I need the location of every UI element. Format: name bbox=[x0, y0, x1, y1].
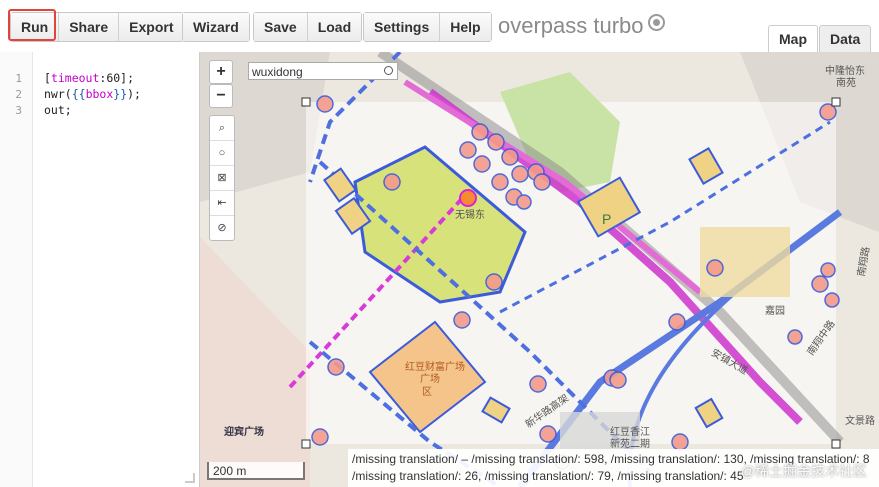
help-button[interactable]: Help bbox=[440, 13, 491, 41]
code-line[interactable]: [timeout:60]; bbox=[44, 71, 134, 85]
code-brace: {{ bbox=[71, 87, 86, 101]
no-data-icon[interactable]: ⊘ bbox=[210, 216, 234, 240]
map-label: 广场 bbox=[420, 372, 440, 385]
map-label: 文景路 bbox=[845, 414, 875, 427]
settings-button[interactable]: Settings bbox=[364, 13, 441, 41]
poi-marker[interactable] bbox=[824, 292, 840, 308]
code-keyword: timeout bbox=[50, 71, 100, 85]
poi-marker[interactable] bbox=[668, 313, 686, 331]
poi-marker[interactable] bbox=[311, 428, 329, 446]
bbox-select-icon[interactable]: ⊠ bbox=[210, 166, 234, 191]
map-label: 嘉园 bbox=[765, 304, 785, 317]
code-keyword: bbox bbox=[85, 87, 114, 101]
scale-bar: 200 m bbox=[207, 462, 305, 480]
map-tools: ⌕ ○ ⊠ ⇤ ⊘ bbox=[209, 115, 235, 241]
save-load-group: Save Load bbox=[253, 12, 363, 42]
map-view[interactable]: 无锡东 红豆财富广场 广场 区 迎宾广场 新华路高架 红豆香江 新苑二期 中隆怡… bbox=[200, 52, 879, 487]
poi-marker[interactable] bbox=[706, 259, 724, 277]
app-title-text: overpass turbo bbox=[498, 13, 644, 38]
tab-map[interactable]: Map bbox=[768, 25, 818, 53]
poi-marker[interactable] bbox=[609, 371, 627, 389]
poi-marker[interactable] bbox=[471, 123, 489, 141]
line-number: 3 bbox=[15, 104, 22, 117]
code-token: ); bbox=[127, 87, 141, 101]
parking-label: P bbox=[602, 211, 611, 227]
map-label: 红豆香江 bbox=[610, 425, 650, 438]
bbox-handle[interactable] bbox=[831, 439, 841, 449]
station-marker[interactable] bbox=[459, 189, 477, 207]
poi-marker[interactable] bbox=[539, 425, 557, 443]
poi-marker[interactable] bbox=[787, 329, 803, 345]
map-label: 迎宾广场 bbox=[224, 425, 264, 438]
poi-marker[interactable] bbox=[501, 148, 519, 166]
map-label: 红豆财富广场 bbox=[405, 360, 465, 373]
poi-marker[interactable] bbox=[671, 433, 689, 451]
gear-icon bbox=[647, 14, 665, 31]
poi-marker[interactable] bbox=[491, 173, 509, 191]
code-line[interactable]: nwr({{bbox}}); bbox=[44, 87, 141, 101]
query-editor[interactable]: 1 2 3 [timeout:60]; nwr({{bbox}}); out; bbox=[0, 52, 200, 487]
toolbar: Run Share Export Wizard Save Load Settin… bbox=[0, 0, 879, 53]
map-label: 区 bbox=[422, 386, 432, 398]
bbox-handle[interactable] bbox=[301, 439, 311, 449]
code-brace: }} bbox=[113, 87, 128, 101]
share-button[interactable]: Share bbox=[59, 13, 120, 41]
line-number-gutter: 1 2 3 bbox=[0, 52, 33, 487]
map-label: 中隆怡东 bbox=[825, 64, 865, 77]
fit-data-icon[interactable]: ⇤ bbox=[210, 191, 234, 216]
map-label: 无锡东 bbox=[455, 208, 485, 221]
poi-marker[interactable] bbox=[511, 165, 529, 183]
bbox-handle[interactable] bbox=[831, 97, 841, 107]
line-number: 1 bbox=[15, 72, 22, 85]
poi-marker[interactable] bbox=[327, 358, 345, 376]
poi-marker[interactable] bbox=[820, 262, 836, 278]
resize-grip-icon[interactable] bbox=[185, 473, 195, 483]
poi-marker[interactable] bbox=[516, 194, 532, 210]
code-line[interactable]: out; bbox=[44, 103, 72, 117]
poi-marker[interactable] bbox=[487, 133, 505, 151]
settings-help-group: Settings Help bbox=[363, 12, 492, 42]
app-title: overpass turbo bbox=[498, 13, 665, 39]
code-token: :60]; bbox=[99, 71, 135, 85]
poi-marker[interactable] bbox=[473, 155, 491, 173]
locate-icon[interactable]: ○ bbox=[210, 141, 234, 166]
zoom-out-button[interactable]: − bbox=[209, 84, 233, 108]
code-token: nwr( bbox=[44, 87, 72, 101]
wizard-group: Wizard bbox=[182, 12, 250, 42]
poi-marker[interactable] bbox=[529, 375, 547, 393]
poi-marker[interactable] bbox=[533, 173, 551, 191]
tab-data[interactable]: Data bbox=[819, 25, 872, 52]
wizard-button[interactable]: Wizard bbox=[183, 13, 249, 41]
load-button[interactable]: Load bbox=[307, 13, 362, 41]
poi-marker[interactable] bbox=[459, 141, 477, 159]
search-icon[interactable] bbox=[384, 66, 393, 75]
map-search-input[interactable]: wuxidong bbox=[248, 62, 398, 80]
poi-marker[interactable] bbox=[383, 173, 401, 191]
search-location-icon[interactable]: ⌕ bbox=[210, 116, 234, 141]
bbox-handle[interactable] bbox=[301, 97, 311, 107]
poi-marker[interactable] bbox=[811, 275, 829, 293]
code-token: [ bbox=[44, 71, 51, 85]
poi-marker[interactable] bbox=[485, 273, 503, 291]
map-label: 南苑 bbox=[836, 76, 856, 89]
export-button[interactable]: Export bbox=[119, 13, 184, 41]
zoom-in-button[interactable]: + bbox=[209, 60, 233, 84]
line-number: 2 bbox=[15, 88, 22, 101]
poi-marker[interactable] bbox=[316, 95, 334, 113]
poi-marker[interactable] bbox=[453, 311, 471, 329]
watermark: @稀土掘金技术社区 bbox=[740, 463, 867, 479]
map-search-value: wuxidong bbox=[252, 65, 303, 79]
save-button[interactable]: Save bbox=[254, 13, 308, 41]
run-highlight bbox=[8, 9, 56, 41]
map-canvas[interactable]: 无锡东 红豆财富广场 广场 区 迎宾广场 新华路高架 红豆香江 新苑二期 中隆怡… bbox=[200, 52, 879, 487]
